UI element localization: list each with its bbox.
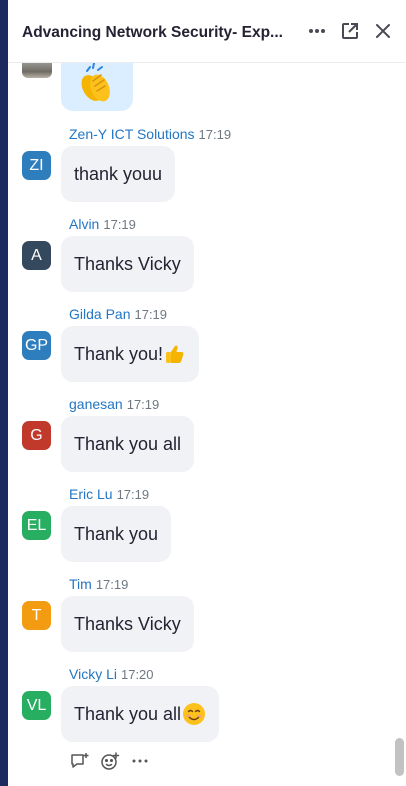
avatar[interactable]: GP bbox=[22, 331, 51, 360]
message-text: thank youu bbox=[74, 163, 163, 184]
message-item: ganesan 17:19 G Thank you all bbox=[8, 395, 388, 475]
avatar[interactable]: EL bbox=[22, 511, 51, 540]
chat-title: Advancing Network Security- Exp... bbox=[22, 24, 283, 41]
avatar[interactable]: ZI bbox=[22, 151, 51, 180]
sender-name[interactable]: Eric Lu bbox=[69, 486, 113, 502]
message-item bbox=[8, 62, 388, 112]
scrollbar-thumb[interactable] bbox=[395, 738, 404, 776]
avatar[interactable]: VL bbox=[22, 691, 51, 720]
message-meta: ganesan 17:19 bbox=[69, 396, 159, 412]
message-meta: Tim 17:19 bbox=[69, 576, 128, 592]
message-item: Gilda Pan 17:19 GP Thank you! bbox=[8, 305, 388, 385]
add-reaction-icon[interactable] bbox=[100, 752, 120, 770]
message-actions bbox=[70, 752, 150, 770]
message-item: Eric Lu 17:19 EL Thank you bbox=[8, 485, 388, 565]
message-bubble: Thanks Vicky bbox=[61, 596, 194, 652]
sender-name[interactable]: Alvin bbox=[69, 216, 99, 232]
message-bubble: Thank you all bbox=[61, 686, 220, 742]
message-time: 17:19 bbox=[134, 307, 168, 322]
reply-icon[interactable] bbox=[70, 752, 90, 770]
message-bubble: Thank you! bbox=[61, 326, 200, 382]
message-time: 17:20 bbox=[120, 667, 154, 682]
message-time: 17:19 bbox=[126, 397, 160, 412]
sender-name[interactable]: ganesan bbox=[69, 396, 123, 412]
message-meta: Zen-Y ICT Solutions 17:19 bbox=[69, 126, 231, 142]
message-time: 17:19 bbox=[116, 487, 150, 502]
avatar bbox=[22, 62, 52, 78]
avatar[interactable]: T bbox=[22, 601, 51, 630]
message-meta: Alvin 17:19 bbox=[69, 216, 136, 232]
more-icon[interactable] bbox=[130, 752, 150, 770]
message-text: Thank you all bbox=[74, 703, 182, 724]
message-text: Thanks Vicky bbox=[74, 613, 181, 634]
message-text: Thank you bbox=[74, 523, 159, 544]
chat-header: Advancing Network Security- Exp... bbox=[8, 0, 406, 63]
avatar[interactable]: A bbox=[22, 241, 51, 270]
message-bubble: Thank you all bbox=[61, 416, 195, 472]
message-time: 17:19 bbox=[198, 127, 232, 142]
message-meta: Gilda Pan 17:19 bbox=[69, 306, 167, 322]
message-text: Thank you all bbox=[74, 433, 182, 454]
message-bubble: Thank you bbox=[61, 506, 172, 562]
avatar[interactable]: G bbox=[22, 421, 51, 450]
message-item: Zen-Y ICT Solutions 17:19 ZI thank youu bbox=[8, 125, 388, 205]
message-item: Alvin 17:19 A Thanks Vicky bbox=[8, 215, 388, 295]
message-bubble bbox=[61, 62, 133, 111]
thumbs-up-emoji bbox=[166, 345, 184, 363]
message-text: Thanks Vicky bbox=[74, 253, 181, 274]
more-horizontal-icon[interactable] bbox=[306, 20, 328, 42]
message-item: Tim 17:19 T Thanks Vicky bbox=[8, 575, 388, 655]
smiling-face-emoji bbox=[183, 703, 206, 725]
sender-name[interactable]: Tim bbox=[69, 576, 92, 592]
message-item: Vicky Li 17:20 VL Thank you all bbox=[8, 665, 388, 745]
message-list[interactable]: Zen-Y ICT Solutions 17:19 ZI thank youu A… bbox=[8, 62, 406, 786]
message-time: 17:19 bbox=[95, 577, 129, 592]
clapping-hands-emoji bbox=[81, 62, 110, 101]
chat-panel: Advancing Network Security- Exp... Zen-Y… bbox=[8, 0, 406, 786]
message-bubble: Thanks Vicky bbox=[61, 236, 194, 292]
message-meta: Vicky Li 17:20 bbox=[69, 666, 154, 682]
message-meta: Eric Lu 17:19 bbox=[69, 486, 149, 502]
message-time: 17:19 bbox=[103, 217, 136, 232]
sender-name[interactable]: Vicky Li bbox=[69, 666, 117, 682]
close-icon[interactable] bbox=[372, 20, 394, 42]
message-text: Thank you! bbox=[74, 343, 164, 364]
message-bubble: thank youu bbox=[61, 146, 176, 202]
popout-icon[interactable] bbox=[339, 20, 361, 42]
sender-name[interactable]: Zen-Y ICT Solutions bbox=[69, 126, 195, 142]
sender-name[interactable]: Gilda Pan bbox=[69, 306, 130, 322]
